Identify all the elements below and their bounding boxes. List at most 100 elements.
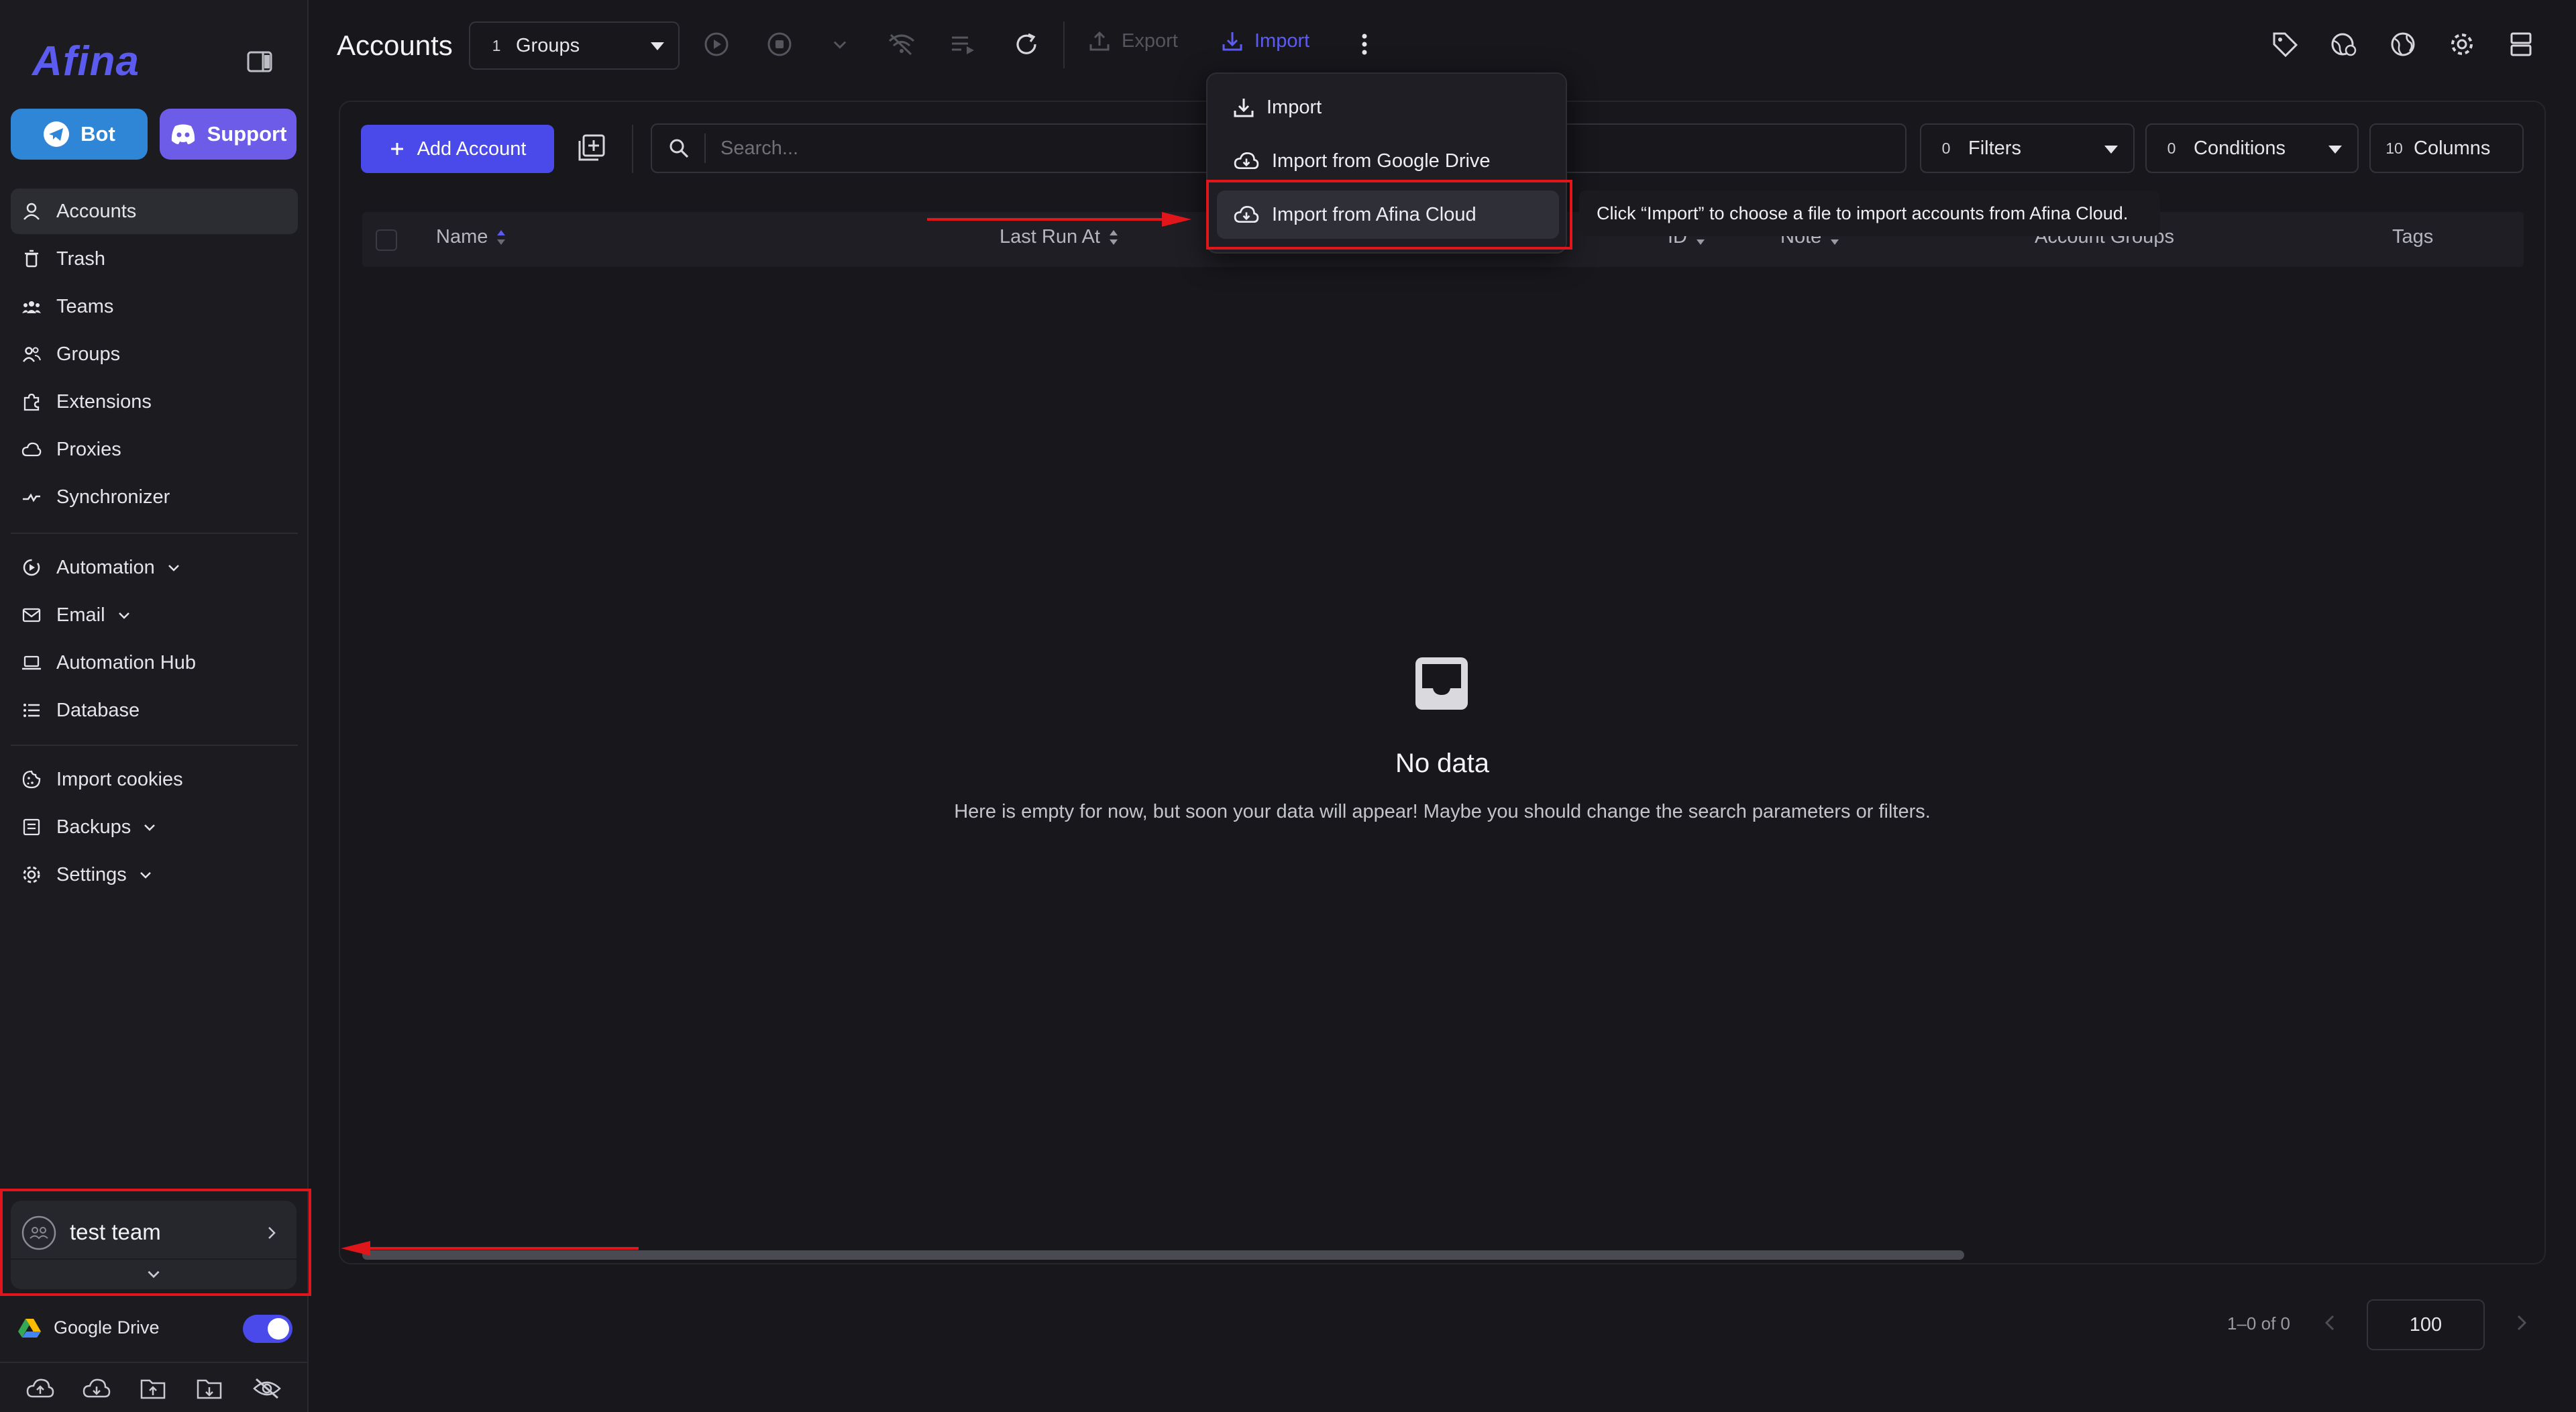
chevron-right-icon[interactable]: [2513, 1313, 2529, 1332]
sidebar-item-label: Backups: [56, 816, 131, 838]
backup-icon: [21, 817, 42, 837]
menu-item-label: Import: [1267, 96, 1322, 118]
cloud-upload-icon[interactable]: [25, 1376, 55, 1401]
sidebar-item-label: Database: [56, 699, 140, 721]
page-size-value: 100: [2409, 1313, 2443, 1336]
sidebar-item-trash[interactable]: Trash: [11, 236, 298, 282]
annotation-arrow-right: [927, 212, 1191, 227]
chevron-down-icon: [116, 607, 132, 623]
column-header-name[interactable]: Name: [436, 226, 506, 248]
google-drive-icon: [17, 1317, 42, 1339]
download-icon: [1233, 97, 1254, 118]
menu-item-import-google-drive[interactable]: Import from Google Drive: [1217, 137, 1559, 185]
chevron-down-icon: [142, 819, 158, 835]
column-header-label: Name: [436, 226, 488, 248]
annotation-highlight-afina-cloud: [1206, 180, 1572, 250]
import-tooltip: Click “Import” to choose a file to impor…: [1579, 191, 2160, 236]
add-account-label: Add Account: [417, 138, 527, 160]
columns-button[interactable]: 10 Columns: [2369, 123, 2524, 173]
sidebar-toggle-icon[interactable]: [247, 51, 272, 72]
column-header-tags[interactable]: Tags: [2392, 226, 2433, 248]
filters-select[interactable]: 0 Filters: [1920, 123, 2135, 173]
sync-icon: [21, 487, 42, 507]
caret-down-icon: [2104, 145, 2118, 154]
sidebar-item-import-cookies[interactable]: Import cookies: [11, 757, 298, 802]
sidebar-item-accounts[interactable]: Accounts: [11, 188, 298, 234]
support-button[interactable]: Support: [160, 109, 297, 160]
plus-icon: [389, 141, 405, 157]
sidebar-divider: [11, 533, 298, 534]
sidebar-item-settings[interactable]: Settings: [11, 852, 298, 898]
folder-download-icon[interactable]: [196, 1376, 223, 1401]
import-icon: [1221, 30, 1244, 52]
sidebar-item-automation[interactable]: Automation: [11, 545, 298, 590]
play-icon[interactable]: [702, 30, 731, 59]
sidebar-item-teams[interactable]: Teams: [11, 284, 298, 329]
sidebar-item-label: Synchronizer: [56, 486, 170, 508]
folder-upload-icon[interactable]: [140, 1376, 166, 1401]
cloud-download-icon: [1233, 150, 1260, 172]
refresh-icon[interactable]: [1012, 30, 1041, 59]
sidebar-divider: [11, 745, 298, 746]
cloud-download-icon[interactable]: [82, 1376, 111, 1401]
tag-icon[interactable]: [2270, 30, 2300, 59]
sidebar-item-label: Proxies: [56, 438, 121, 460]
chevron-down-icon: [166, 559, 182, 576]
bot-button[interactable]: Bot: [11, 109, 148, 160]
export-button-label: Export: [1122, 30, 1178, 52]
column-header-label: Tags: [2392, 226, 2434, 248]
sidebar-item-database[interactable]: Database: [11, 688, 298, 733]
layout-rows-icon[interactable]: [2506, 30, 2536, 59]
menu-item-label: Import from Google Drive: [1272, 150, 1491, 172]
import-button[interactable]: Import: [1221, 30, 1309, 52]
mail-icon: [21, 605, 42, 625]
sidebar-item-label: Automation: [56, 556, 155, 578]
user-icon: [21, 201, 42, 221]
gear-icon[interactable]: [2447, 30, 2477, 59]
bulk-add-icon[interactable]: [577, 133, 606, 162]
page-size-input[interactable]: 100: [2367, 1299, 2485, 1350]
support-button-label: Support: [207, 122, 287, 146]
more-vertical-icon[interactable]: [1350, 30, 1379, 59]
sidebar-item-extensions[interactable]: Extensions: [11, 379, 298, 425]
chevron-down-icon[interactable]: [825, 30, 855, 59]
list-icon: [21, 700, 42, 720]
search-input[interactable]: Search...: [720, 138, 798, 160]
puzzle-icon: [21, 392, 42, 412]
sidebar-item-label: Accounts: [56, 200, 137, 222]
conditions-select[interactable]: 0 Conditions: [2145, 123, 2359, 173]
page-title: Accounts: [337, 30, 453, 61]
globe-settings-icon[interactable]: [2329, 30, 2359, 59]
globe-icon[interactable]: [2388, 30, 2418, 59]
sidebar-item-synchronizer[interactable]: Synchronizer: [11, 474, 298, 520]
groups-select[interactable]: 1 Groups: [469, 21, 680, 70]
chevron-left-icon[interactable]: [2322, 1313, 2339, 1332]
select-all-checkbox[interactable]: [376, 229, 397, 251]
controls-divider: [632, 125, 633, 173]
toolbar-divider: [1063, 21, 1065, 68]
sidebar-item-automation-hub[interactable]: Automation Hub: [11, 640, 298, 686]
sidebar-item-backups[interactable]: Backups: [11, 804, 298, 850]
bot-button-label: Bot: [80, 122, 115, 146]
caret-down-icon: [650, 42, 665, 51]
menu-item-import[interactable]: Import: [1217, 83, 1559, 131]
pagination-range: 1–0 of 0: [2227, 1313, 2290, 1334]
inbox-icon: [1414, 656, 1469, 711]
eye-off-icon[interactable]: [252, 1376, 282, 1401]
import-button-label: Import: [1254, 30, 1310, 52]
teams-icon: [21, 296, 42, 317]
sidebar-item-groups[interactable]: Groups: [11, 331, 298, 377]
queue-play-icon[interactable]: [949, 30, 978, 59]
sidebar-item-label: Settings: [56, 863, 127, 885]
groups-icon: [21, 344, 42, 364]
google-drive-toggle[interactable]: [243, 1315, 292, 1343]
stop-icon[interactable]: [765, 30, 794, 59]
export-button[interactable]: Export: [1088, 30, 1178, 52]
sidebar-item-proxies[interactable]: Proxies: [11, 427, 298, 472]
add-account-button[interactable]: Add Account: [361, 125, 554, 173]
conditions-label: Conditions: [2194, 137, 2286, 159]
wifi-icon[interactable]: [887, 30, 916, 59]
sidebar-item-email[interactable]: Email: [11, 592, 298, 638]
groups-count-badge: 1: [492, 36, 501, 54]
trash-icon: [21, 249, 42, 269]
